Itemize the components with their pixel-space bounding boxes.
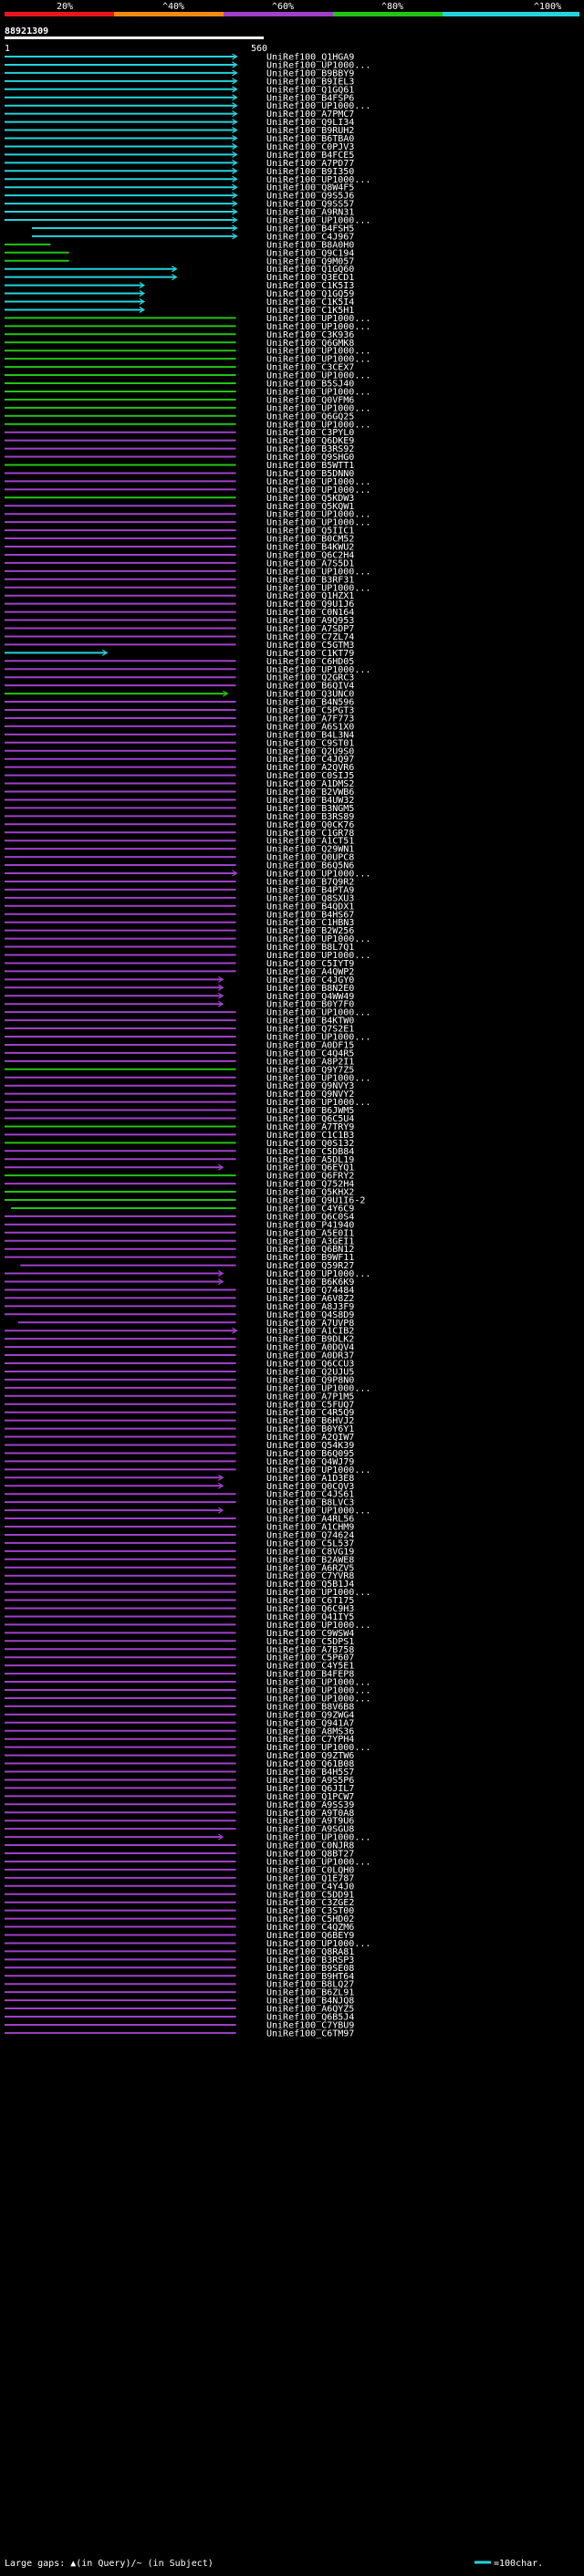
legend-segment-60 (224, 12, 333, 16)
legend-tick-20: 20% (57, 2, 73, 12)
legend-tick-60: ^60% (272, 2, 294, 12)
query-id: 88921309 (5, 26, 48, 37)
legend-segment-100 (443, 12, 579, 16)
scale-note: =100char. (494, 2559, 543, 2569)
scale-end: 560 (251, 44, 267, 54)
hit-row[interactable]: UniRef100_C6TM97 (5, 2028, 354, 2039)
legend-tick-40: ^40% (162, 2, 184, 12)
legend-segment-40 (114, 12, 224, 16)
legend-tick-80: ^80% (381, 2, 403, 12)
scale-start: 1 (5, 44, 10, 54)
query-bar (5, 37, 264, 39)
identity-color-legend: 20% ^40% ^60% ^80% ^100% (5, 2, 579, 16)
hit-label[interactable]: UniRef100_C6TM97 (266, 2028, 354, 2039)
legend-tick-100: ^100% (534, 2, 561, 12)
legend-segment-20 (5, 12, 114, 16)
alignment-canvas: 20% ^40% ^60% ^80% ^100% 88921309 1 560 … (5, 2, 579, 2569)
large-gaps-note: Large gaps: ▲(in Query)/~ (in Subject) (5, 2559, 214, 2569)
blast-alignment-overview: 20% ^40% ^60% ^80% ^100% 88921309 1 560 … (0, 0, 584, 2572)
legend-segment-80 (333, 12, 443, 16)
hit-rows: UniRef100_Q1HGA9UniRef100_UP1000...UniRe… (5, 53, 370, 2039)
